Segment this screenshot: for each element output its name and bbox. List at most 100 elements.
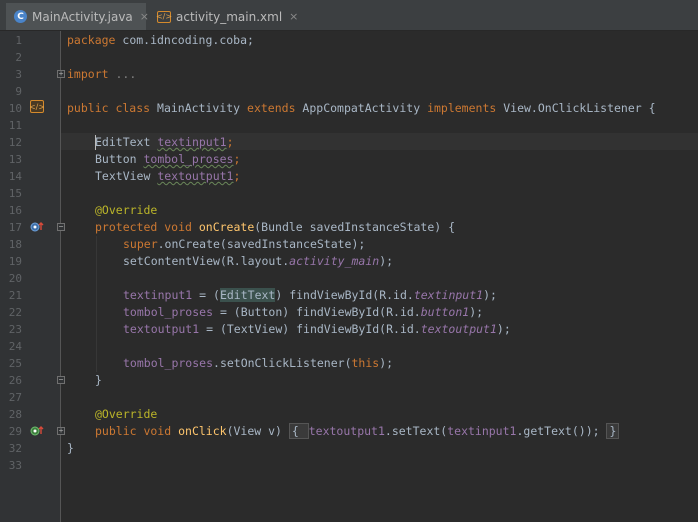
code-text: = (Button) findViewById(R.id. — [213, 305, 421, 319]
text-caret — [95, 135, 96, 150]
line-number: 15 — [8, 187, 22, 200]
line-number: 10 — [8, 102, 22, 115]
code-line-17[interactable]: protected void onCreate(Bundle savedInst… — [95, 219, 455, 236]
type-name: TextView — [95, 169, 158, 183]
code-line-28[interactable]: @Override — [95, 406, 157, 423]
tab-label: MainActivity.java — [32, 9, 133, 24]
code-text: ); — [379, 254, 394, 268]
keyword: super — [123, 237, 158, 251]
code-line-3[interactable]: import ... — [67, 66, 136, 83]
class-annotation-icon[interactable]: </> — [30, 100, 44, 113]
fold-expand-icon[interactable]: + — [57, 70, 65, 78]
tab-activity-main-xml[interactable]: </> activity_main.xml × — [149, 3, 298, 30]
code-line-19[interactable]: setContentView(R.layout.activity_main); — [123, 253, 393, 270]
field-name: textoutput1 — [308, 424, 385, 438]
code-line-13[interactable]: Button tombol_proses; — [95, 151, 240, 168]
code-line-1[interactable]: package com.idncoding.coba; — [67, 32, 254, 49]
code-text: ); — [496, 322, 511, 336]
semicolon: ; — [226, 135, 234, 149]
line-number: 33 — [8, 459, 22, 472]
fold-expand-icon[interactable]: + — [57, 427, 65, 435]
code-line-21[interactable]: textinput1 = (EditText) findViewById(R.i… — [123, 287, 497, 304]
line-number: 1 — [15, 34, 22, 47]
keyword: implements — [427, 101, 497, 115]
line-number: 14 — [8, 170, 22, 183]
line-number: 26 — [8, 374, 22, 387]
field-name: textoutput1 — [157, 169, 234, 183]
code-text: .setOnClickListener( — [213, 356, 352, 370]
method-name: onClick — [178, 424, 227, 438]
code-text: com.idncoding.coba; — [115, 33, 254, 47]
keyword: protected void — [95, 220, 199, 234]
type-name: Button — [95, 152, 144, 166]
class-name: MainActivity — [150, 101, 248, 115]
field-name: textinput1 — [447, 424, 517, 438]
code-line-10[interactable]: public class MainActivity extends AppCom… — [67, 100, 656, 117]
code-text: .setText( — [384, 424, 448, 438]
code-text: (View v) — [226, 424, 289, 438]
keyword: public class — [67, 101, 151, 115]
indent-guide — [96, 236, 97, 372]
code-line-16[interactable]: @Override — [95, 202, 157, 219]
close-icon[interactable]: × — [140, 10, 149, 23]
fold-end-icon[interactable]: − — [57, 376, 65, 384]
java-class-icon: C — [14, 10, 27, 23]
tab-mainactivity-java[interactable]: C MainActivity.java × — [6, 3, 149, 30]
field-name: textinput1 — [157, 135, 227, 149]
redundant-cast: EditText — [219, 288, 276, 302]
line-number: 16 — [8, 204, 22, 217]
code-text: ); — [483, 288, 497, 302]
line-number: 2 — [15, 51, 22, 64]
line-number: 27 — [8, 391, 22, 404]
folded-brace[interactable]: { — [288, 423, 309, 439]
code-line-18[interactable]: super.onCreate(savedInstanceState); — [123, 236, 365, 253]
line-number: 20 — [8, 272, 22, 285]
line-number: 29 — [8, 425, 22, 438]
code-text: ); — [469, 305, 484, 319]
implement-method-icon[interactable] — [30, 425, 46, 437]
keyword: package — [67, 33, 116, 47]
close-icon[interactable]: × — [289, 10, 298, 23]
field-name: textinput1 — [413, 288, 484, 302]
line-number: 21 — [8, 289, 22, 302]
field-name: tombol_proses — [123, 305, 214, 319]
line-number: 13 — [8, 153, 22, 166]
code-text: (Bundle savedInstanceState) { — [254, 220, 456, 234]
code-line-22[interactable]: tombol_proses = (Button) findViewById(R.… — [123, 304, 483, 321]
xml-layout-icon: </> — [155, 10, 173, 23]
field-name: textoutput1 — [123, 322, 200, 336]
line-number: 9 — [15, 85, 22, 98]
code-text: .onCreate(savedInstanceState); — [157, 237, 366, 251]
code-line-12[interactable]: EditText textinput1; — [95, 134, 234, 151]
code-text: = (TextView) findViewById(R.id. — [199, 322, 421, 336]
keyword: this — [351, 356, 380, 370]
code-line-23[interactable]: textoutput1 = (TextView) findViewById(R.… — [123, 321, 511, 338]
semicolon: ; — [233, 169, 241, 183]
keyword: extends — [247, 101, 296, 115]
editor-tab-bar: C MainActivity.java × </> activity_main.… — [0, 0, 698, 31]
type-name: EditText — [95, 135, 151, 149]
code-line-14[interactable]: TextView textoutput1; — [95, 168, 240, 185]
semicolon: ; — [233, 152, 241, 166]
line-number: 28 — [8, 408, 22, 421]
field-name: textinput1 — [123, 288, 193, 302]
code-text: .getText()); — [516, 424, 607, 438]
code-text: ); — [379, 356, 394, 370]
folded-imports[interactable]: ... — [109, 67, 136, 81]
override-method-icon[interactable] — [30, 221, 46, 233]
code-line-26[interactable]: } — [95, 372, 102, 389]
code-line-32[interactable]: } — [67, 440, 74, 457]
type-name: View.OnClickListener { — [496, 101, 656, 115]
keyword: public void — [95, 424, 179, 438]
code-line-29[interactable]: public void onClick(View v) { textoutput… — [95, 423, 620, 440]
folded-brace[interactable]: } — [606, 423, 620, 439]
line-number: 12 — [8, 136, 22, 149]
keyword: import — [67, 67, 109, 81]
line-number: 23 — [8, 323, 22, 336]
fold-collapse-icon[interactable]: − — [57, 223, 65, 231]
field-name: button1 — [420, 305, 470, 319]
code-line-25[interactable]: tombol_proses.setOnClickListener(this); — [123, 355, 393, 372]
field-name: activity_main — [289, 254, 380, 268]
code-text: = ( — [192, 288, 220, 302]
line-number: 24 — [8, 340, 22, 353]
